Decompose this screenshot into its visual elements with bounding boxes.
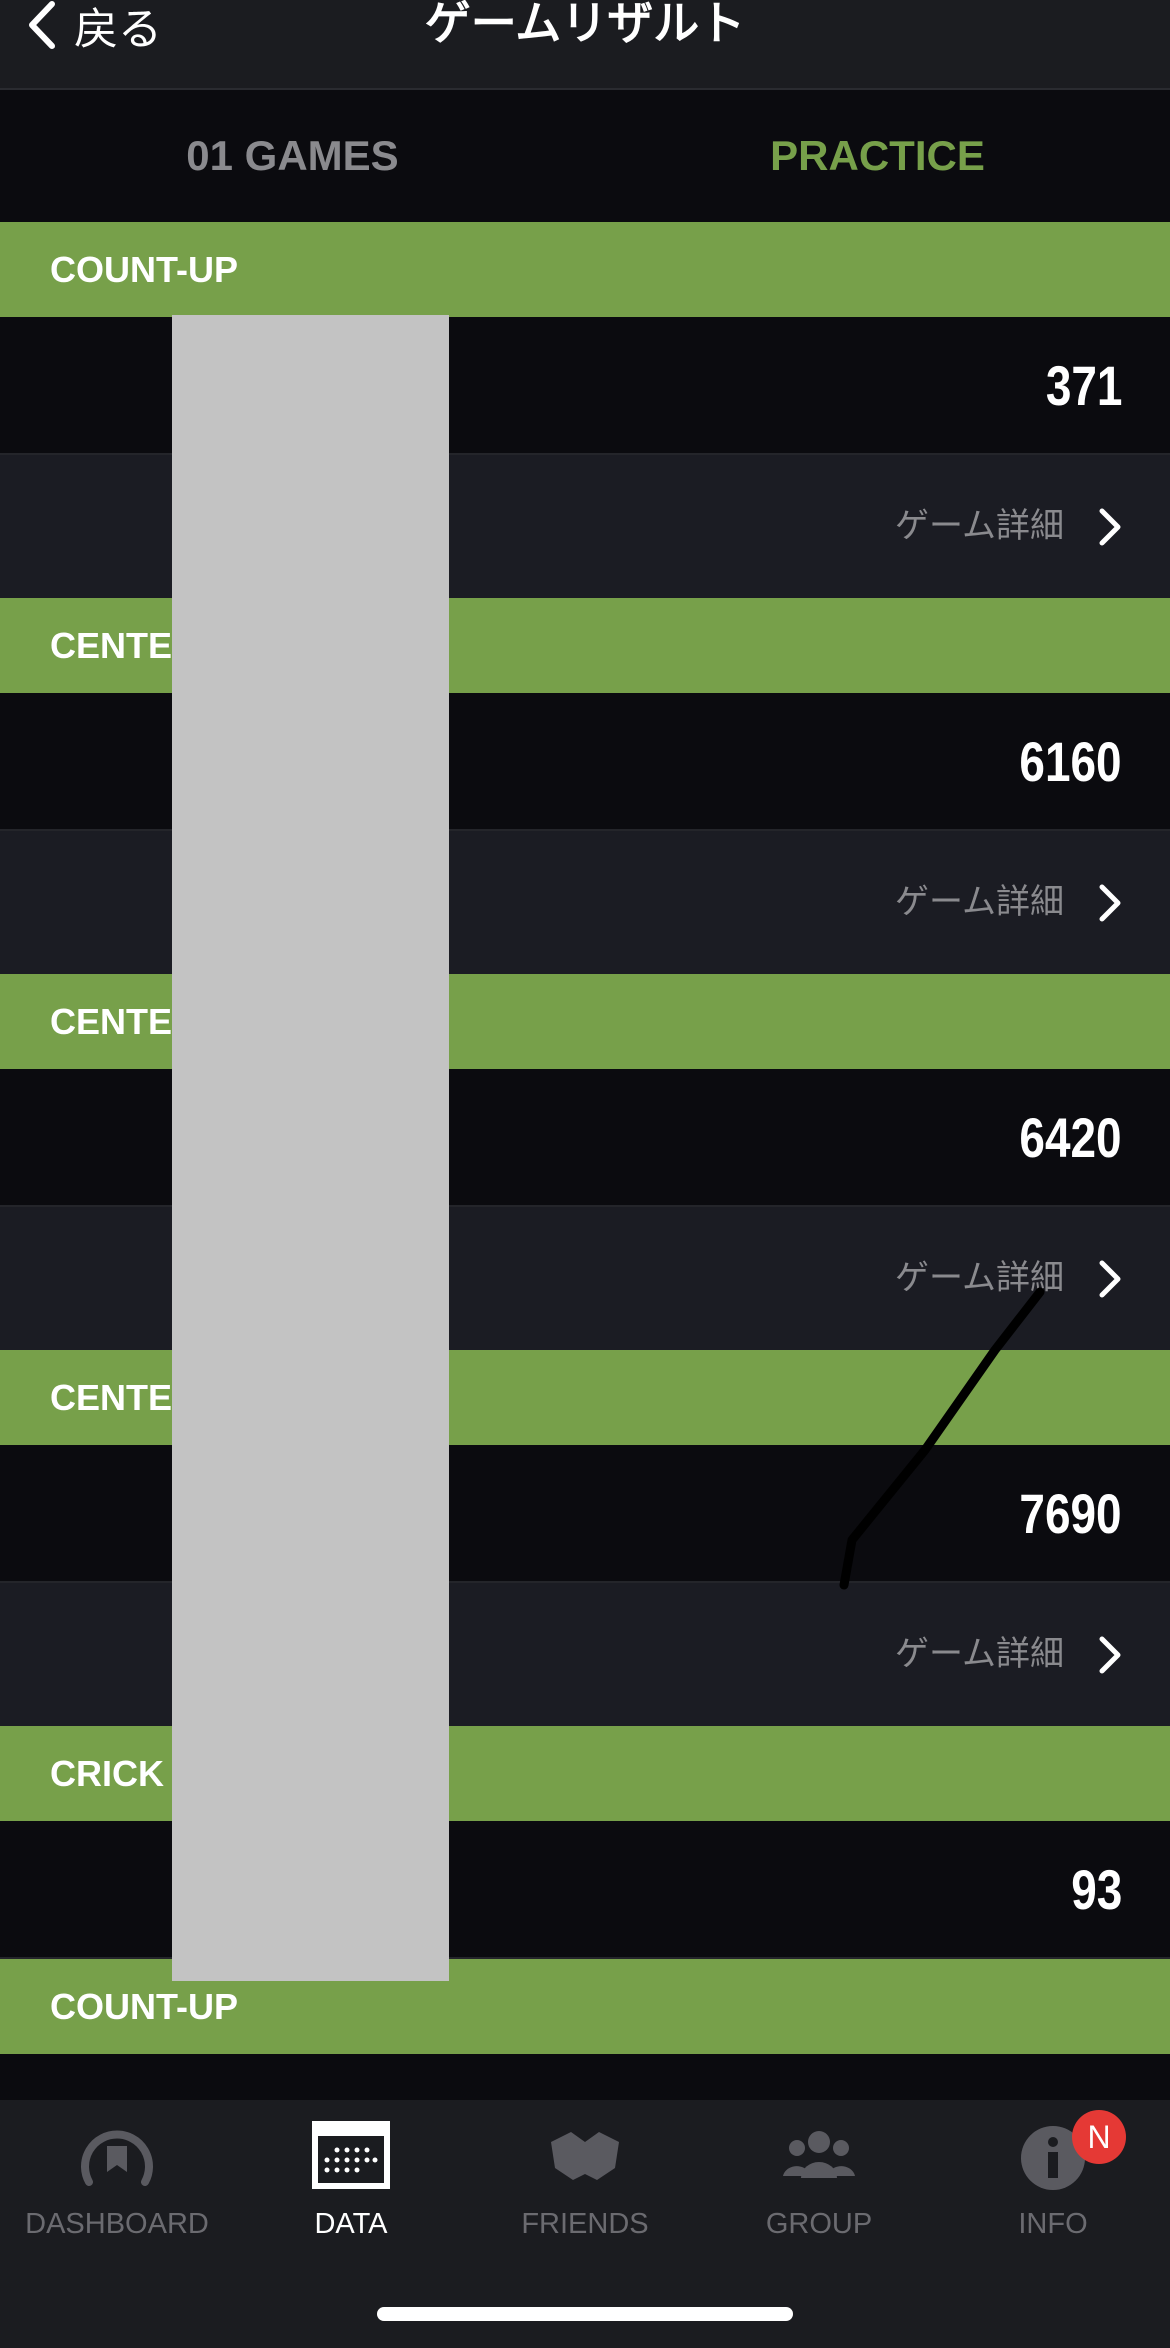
notification-badge: N bbox=[1072, 2110, 1126, 2164]
handshake-icon bbox=[551, 2132, 619, 2180]
group-icon bbox=[783, 2131, 855, 2178]
tab-info[interactable]: INFO bbox=[936, 2100, 1170, 2250]
tab-data[interactable]: DATA bbox=[234, 2100, 468, 2250]
gauge-icon bbox=[81, 2130, 153, 2186]
tab-label: GROUP bbox=[765, 2208, 873, 2240]
tab-label: FRIENDS bbox=[521, 2208, 649, 2240]
tab-dashboard[interactable]: DASHBOARD bbox=[0, 2100, 234, 2250]
tab-label: INFO bbox=[1018, 2208, 1088, 2240]
tab-group[interactable]: GROUP bbox=[702, 2100, 936, 2250]
pen-scribble bbox=[839, 1287, 1045, 1590]
tab-label: DASHBOARD bbox=[25, 2208, 209, 2240]
home-indicator bbox=[377, 2307, 793, 2321]
tab-friends[interactable]: FRIENDS bbox=[468, 2100, 702, 2250]
tab-label: DATA bbox=[314, 2208, 388, 2240]
calendar-grid-icon bbox=[312, 2121, 390, 2189]
